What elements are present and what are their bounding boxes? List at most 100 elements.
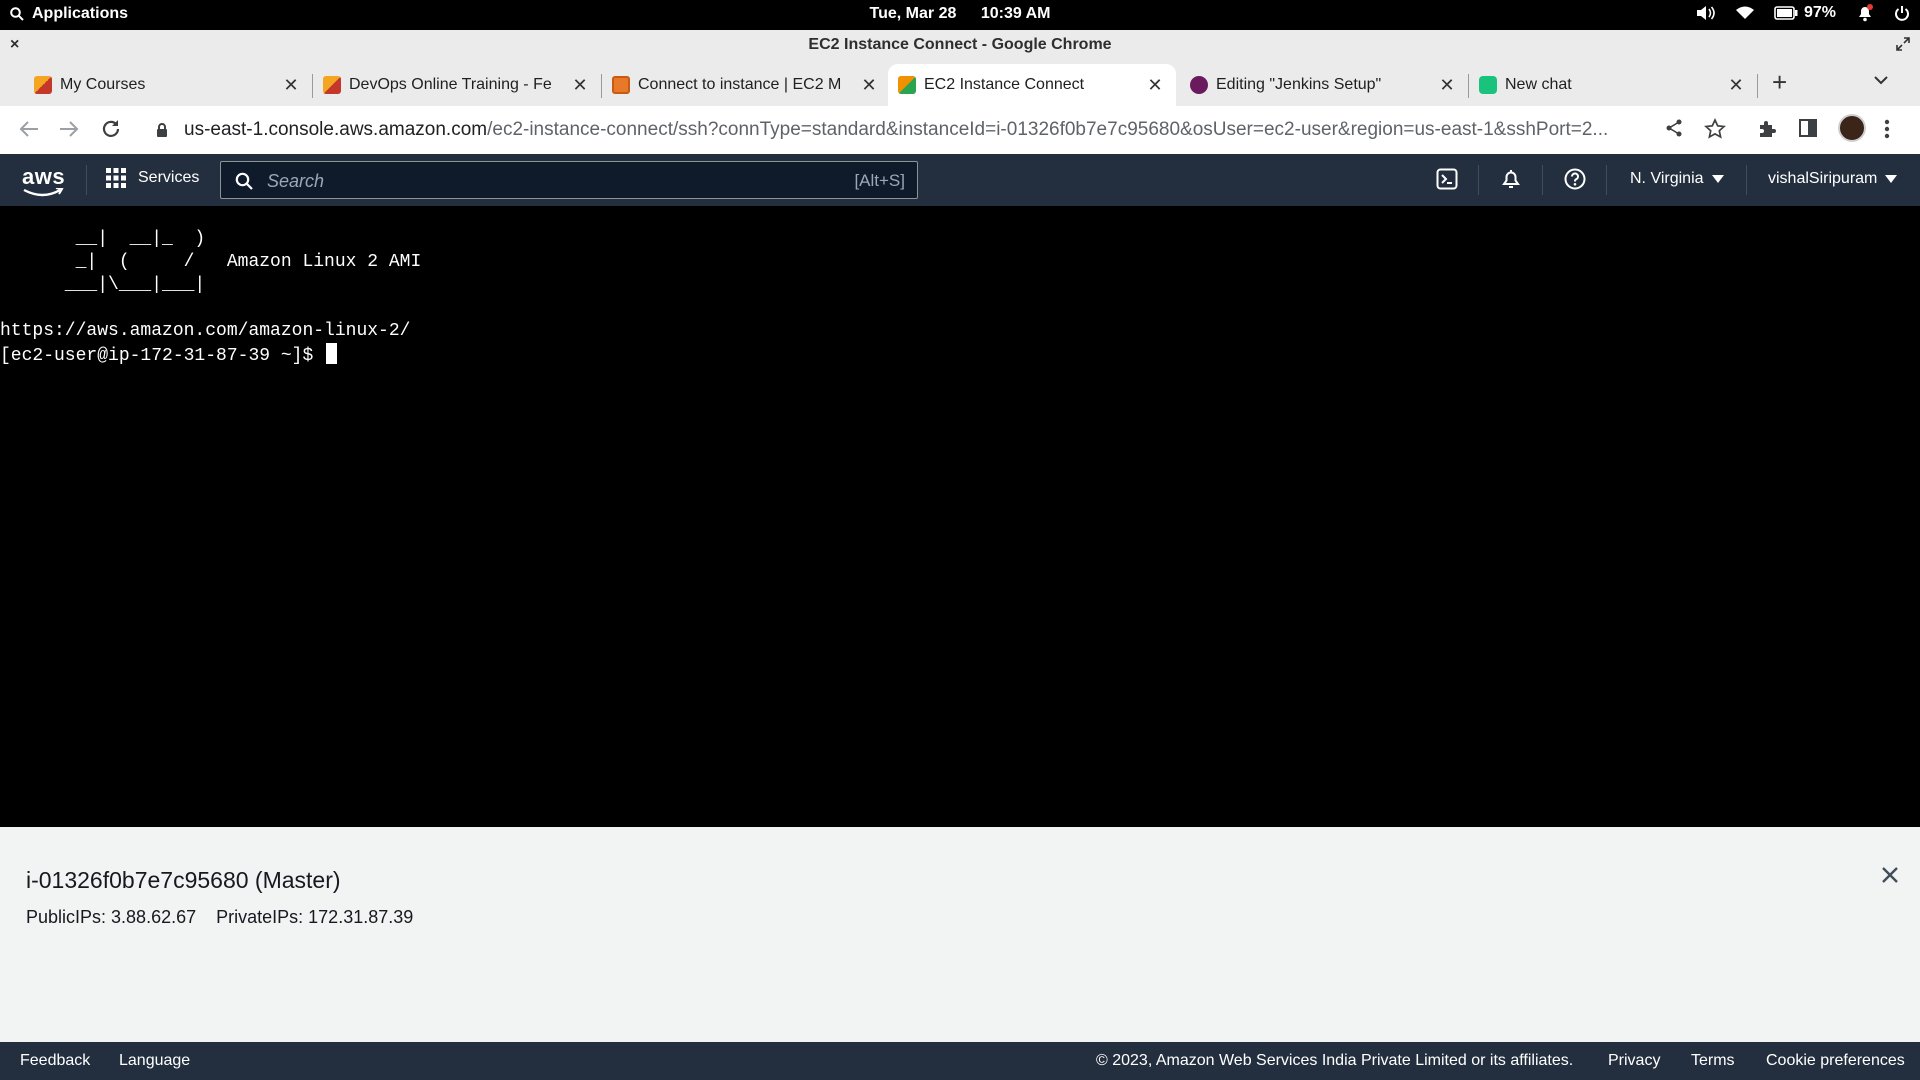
tab-ec2-instance-connect[interactable]: EC2 Instance Connect ✕ (888, 64, 1176, 106)
volume-icon (1696, 6, 1715, 20)
profile-avatar[interactable] (1838, 114, 1866, 142)
services-menu-button[interactable]: Services (106, 168, 199, 188)
terminal-output: __| __|_ ) _| ( / Amazon Linux 2 AMI ___… (0, 206, 1920, 368)
window-restore-icon[interactable] (1896, 37, 1910, 51)
tab-label: DevOps Online Training - Fe (349, 76, 552, 93)
browser-toolbar: us-east-1.console.aws.amazon.com/ec2-ins… (0, 106, 1920, 154)
caret-down-icon (1885, 175, 1898, 183)
url-path: /ec2-instance-connect/ssh?connType=stand… (487, 119, 1609, 140)
header-divider (1478, 165, 1479, 195)
feedback-link[interactable]: Feedback (20, 1052, 90, 1070)
reload-icon[interactable] (100, 118, 122, 140)
window-title-bar: × EC2 Instance Connect - Google Chrome (0, 30, 1920, 60)
tab-close-icon[interactable]: ✕ (1146, 75, 1164, 96)
forward-arrow-icon[interactable] (58, 118, 80, 140)
tab-search-chevron-icon[interactable] (1873, 72, 1889, 88)
tab-new-chat[interactable]: New chat ✕ (1469, 64, 1758, 106)
tab-close-icon[interactable]: ✕ (1727, 75, 1745, 96)
aws-search-input[interactable] (265, 168, 829, 194)
tab-label: Connect to instance | EC2 M (638, 76, 842, 93)
battery-icon (1774, 6, 1798, 20)
tab-close-icon[interactable]: ✕ (860, 75, 878, 96)
tab-devops-training[interactable]: DevOps Online Training - Fe ✕ (313, 64, 602, 106)
instance-info-panel: i-01326f0b7e7c95680 (Master) PublicIPs: … (0, 827, 1920, 1042)
tab-label: EC2 Instance Connect (924, 76, 1085, 93)
region-label: N. Virginia (1630, 170, 1704, 187)
terminal-line: https://aws.amazon.com/amazon-linux-2/ (0, 321, 411, 341)
aws-console-footer: Feedback Language © 2023, Amazon Web Ser… (0, 1042, 1920, 1080)
os-top-bar: Applications Tue, Mar 28 10:39 AM 97% (0, 0, 1920, 30)
browser-menu-icon[interactable] (1884, 118, 1890, 140)
new-tab-plus-icon[interactable]: + (1772, 69, 1787, 95)
header-divider (86, 165, 87, 195)
ec2-favicon-icon (612, 76, 630, 94)
window-close-icon[interactable]: × (10, 30, 19, 60)
privacy-link[interactable]: Privacy (1608, 1052, 1660, 1070)
aws-logo[interactable]: aws (22, 164, 65, 190)
clock-date: Tue, Mar 28 (869, 5, 957, 22)
battery-indicator: 97% (1774, 4, 1836, 22)
side-panel-icon[interactable] (1798, 118, 1818, 138)
share-icon[interactable] (1664, 118, 1684, 138)
window-title: EC2 Instance Connect - Google Chrome (808, 36, 1112, 53)
cloudshell-icon[interactable] (1436, 168, 1458, 190)
tab-label: Editing "Jenkins Setup" (1216, 76, 1382, 93)
battery-percent: 97% (1803, 4, 1836, 21)
tab-my-courses[interactable]: My Courses ✕ (24, 64, 313, 106)
aws-search-box[interactable]: [Alt+S] (220, 161, 918, 199)
private-ips: PrivateIPs: 172.31.87.39 (216, 907, 414, 927)
courses-favicon-icon (323, 76, 341, 94)
caret-down-icon (1711, 175, 1724, 183)
notification-bell-icon (1859, 4, 1873, 22)
tab-separator (1757, 74, 1758, 98)
tab-label: My Courses (60, 76, 146, 93)
notifications-bell-icon[interactable] (1500, 168, 1522, 190)
header-divider (1746, 165, 1747, 195)
close-panel-icon[interactable] (1880, 865, 1900, 885)
url-host: us-east-1.console.aws.amazon.com (184, 119, 488, 140)
lock-icon[interactable] (156, 122, 168, 138)
editor-favicon-icon (1190, 76, 1208, 94)
ec2-connect-favicon-icon (898, 76, 916, 94)
terminal-line: ___|\___|___| (0, 275, 206, 295)
tab-label: New chat (1505, 76, 1572, 93)
address-bar[interactable]: us-east-1.console.aws.amazon.com/ec2-ins… (140, 112, 1660, 148)
ssh-terminal[interactable]: __| __|_ ) _| ( / Amazon Linux 2 AMI ___… (0, 206, 1920, 827)
terms-link[interactable]: Terms (1691, 1052, 1735, 1070)
terminal-prompt: [ec2-user@ip-172-31-87-39 ~]$ (0, 346, 325, 366)
language-link[interactable]: Language (119, 1052, 190, 1070)
account-username: vishalSiripuram (1768, 170, 1878, 187)
tab-connect-to-instance[interactable]: Connect to instance | EC2 M ✕ (602, 64, 890, 106)
tab-close-icon[interactable]: ✕ (1438, 75, 1456, 96)
terminal-line: _| ( / Amazon Linux 2 AMI (0, 252, 422, 272)
extensions-puzzle-icon[interactable] (1756, 118, 1778, 140)
instance-name: i-01326f0b7e7c95680 (Master) (26, 867, 341, 893)
clock-time: 10:39 AM (980, 5, 1051, 22)
public-ips: PublicIPs: 3.88.62.67 (26, 907, 197, 927)
help-question-icon[interactable] (1564, 168, 1586, 190)
tab-editing-jenkins-setup[interactable]: Editing "Jenkins Setup" ✕ (1180, 64, 1469, 106)
wifi-icon (1735, 6, 1754, 19)
cookie-preferences-link[interactable]: Cookie preferences (1766, 1052, 1905, 1070)
tab-strip: My Courses ✕ DevOps Online Training - Fe… (0, 60, 1920, 106)
header-divider (1542, 165, 1543, 195)
grid-apps-icon (106, 168, 126, 188)
back-arrow-icon[interactable] (18, 118, 40, 140)
terminal-line: __| __|_ ) (0, 229, 206, 249)
system-tray[interactable]: 97% (1696, 4, 1910, 22)
bookmark-star-icon[interactable] (1704, 118, 1726, 140)
services-label: Services (138, 169, 200, 186)
terminal-cursor (326, 343, 338, 364)
tab-close-icon[interactable]: ✕ (571, 75, 589, 96)
chat-favicon-icon (1479, 76, 1497, 94)
search-shortcut-hint: [Alt+S] (854, 171, 905, 190)
copyright-text: © 2023, Amazon Web Services India Privat… (1096, 1052, 1574, 1069)
search-icon (235, 172, 253, 190)
courses-favicon-icon (34, 76, 52, 94)
region-selector[interactable]: N. Virginia (1630, 170, 1724, 188)
clock[interactable]: Tue, Mar 28 10:39 AM (0, 5, 1920, 23)
account-menu[interactable]: vishalSiripuram (1768, 170, 1898, 188)
tab-close-icon[interactable]: ✕ (282, 75, 300, 96)
aws-console-header: aws Services [Alt+S] N. Virginia vishalS… (0, 154, 1920, 206)
aws-logo-smile-icon (23, 188, 64, 197)
